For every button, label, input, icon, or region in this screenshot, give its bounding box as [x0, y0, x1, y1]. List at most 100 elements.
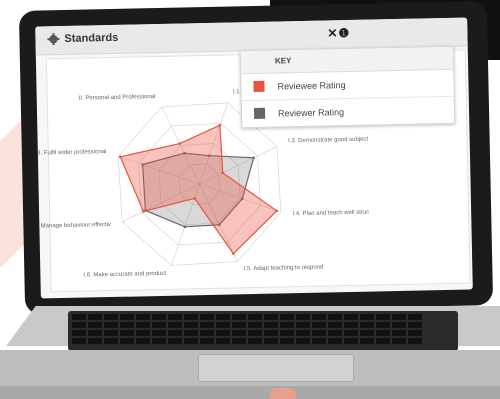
keyboard-key	[360, 322, 374, 328]
legend-key: KEY Reviewee Rating Reviewer Rating	[239, 45, 456, 129]
keyboard-key	[72, 338, 86, 344]
keyboard-key	[216, 338, 230, 344]
keyboard-key	[344, 322, 358, 328]
legend-label: Reviewee Rating	[277, 80, 346, 92]
panel-title: Standards	[64, 31, 119, 45]
keyboard-key	[312, 322, 326, 328]
keyboard-key	[72, 314, 86, 320]
keyboard-key	[152, 338, 166, 344]
keyboard-key	[88, 322, 102, 328]
keyboard-key	[120, 314, 134, 320]
keyboard-key	[296, 314, 310, 320]
keyboard-key	[264, 330, 278, 336]
reviewee-swatch	[253, 80, 265, 92]
keyboard-key	[408, 330, 422, 336]
keyboard-key	[232, 330, 246, 336]
keyboard-key	[72, 322, 86, 328]
keyboard-key	[280, 322, 294, 328]
keyboard-key	[120, 330, 134, 336]
keyboard-key	[104, 338, 118, 344]
keyboard-key	[152, 330, 166, 336]
keyboard-key	[104, 314, 118, 320]
gear-icon	[47, 33, 60, 46]
keyboard-key	[392, 322, 406, 328]
keyboard-key	[328, 314, 342, 320]
laptop-screen: Standards ✕❶ I.1. Set high expectations …	[35, 17, 473, 299]
hand	[270, 388, 296, 399]
keyboard-key	[296, 330, 310, 336]
keyboard-key	[312, 314, 326, 320]
keyboard-key	[392, 314, 406, 320]
keyboard-key	[152, 322, 166, 328]
keyboard-key	[232, 322, 246, 328]
keyboard-key	[280, 314, 294, 320]
keyboard-key	[136, 314, 150, 320]
keyboard-key	[344, 314, 358, 320]
keyboard-key	[152, 314, 166, 320]
keyboard-key	[168, 330, 182, 336]
keyboard-key	[360, 338, 374, 344]
keyboard-key	[88, 314, 102, 320]
legend-label: Reviewer Rating	[277, 107, 345, 119]
keyboard-key	[216, 322, 230, 328]
keyboard-key	[136, 338, 150, 344]
keyboard-key	[248, 330, 262, 336]
series-reviewee[interactable]	[119, 124, 278, 256]
keyboard-key	[328, 322, 342, 328]
keyboard-key	[200, 322, 214, 328]
keyboard-key	[280, 330, 294, 336]
keyboard-key	[344, 330, 358, 336]
keyboard-key	[376, 322, 390, 328]
keyboard-row	[72, 330, 422, 336]
keyboard-key	[168, 314, 182, 320]
keyboard-row	[72, 322, 422, 328]
keyboard-key	[248, 322, 262, 328]
keyboard-key	[280, 338, 294, 344]
keyboard-key	[120, 338, 134, 344]
keyboard-key	[376, 338, 390, 344]
keyboard-key	[120, 322, 134, 328]
keyboard-key	[328, 330, 342, 336]
keyboard-key	[136, 330, 150, 336]
keyboard-key	[264, 338, 278, 344]
reviewer-swatch	[253, 107, 266, 119]
keyboard-key	[200, 314, 214, 320]
keyboard-key	[296, 338, 310, 344]
keyboard-key	[392, 330, 406, 336]
keyboard-key	[360, 330, 374, 336]
keyboard-key	[216, 330, 230, 336]
keyboard-key	[264, 322, 278, 328]
keyboard-key	[216, 314, 230, 320]
keyboard-key	[376, 314, 390, 320]
keyboard-key	[136, 322, 150, 328]
keyboard-key	[248, 338, 262, 344]
keyboard-key	[264, 314, 278, 320]
legend-item-reviewer[interactable]: Reviewer Rating	[242, 97, 454, 127]
keyboard-key	[376, 330, 390, 336]
keyboard-key	[184, 338, 198, 344]
keyboard-key	[104, 330, 118, 336]
keyboard-key	[200, 338, 214, 344]
keyboard-key	[232, 338, 246, 344]
close-info-icons[interactable]: ✕❶	[327, 26, 350, 40]
keyboard-key	[168, 322, 182, 328]
keyboard	[68, 311, 458, 351]
keyboard-key	[72, 330, 86, 336]
keyboard-key	[184, 322, 198, 328]
keyboard-key	[312, 338, 326, 344]
keyboard-key	[312, 330, 326, 336]
keyboard-key	[232, 314, 246, 320]
keyboard-key	[184, 330, 198, 336]
keyboard-key	[184, 314, 198, 320]
keyboard-key	[344, 338, 358, 344]
keyboard-key	[168, 338, 182, 344]
keyboard-row	[72, 314, 422, 320]
keyboard-key	[328, 338, 342, 344]
keyboard-key	[408, 314, 422, 320]
keyboard-key	[200, 330, 214, 336]
keyboard-row	[72, 338, 422, 344]
keyboard-key	[392, 338, 406, 344]
keyboard-key	[248, 314, 262, 320]
legend-title: KEY	[274, 56, 292, 66]
trackpad	[198, 354, 354, 382]
